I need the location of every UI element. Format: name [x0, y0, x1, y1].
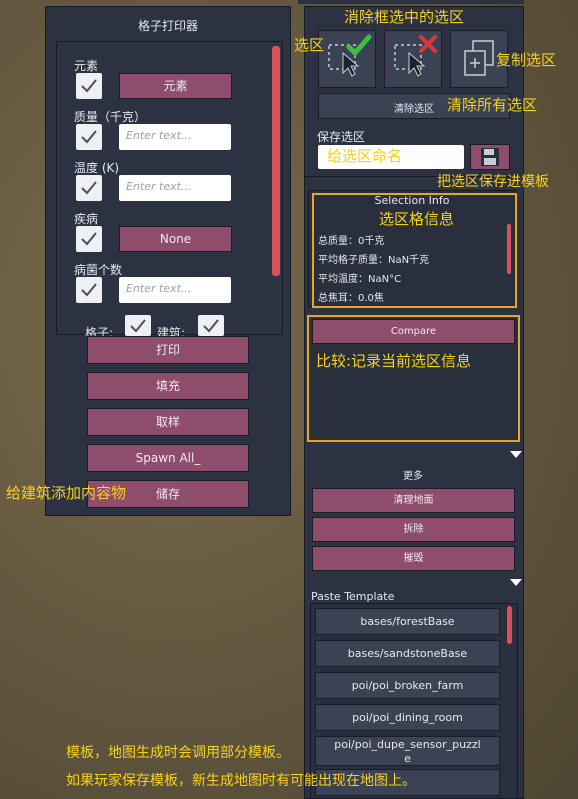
deconstruct-button[interactable]: 拆除 [312, 517, 515, 542]
template-item[interactable]: bases/forestBase [315, 608, 500, 635]
disease-label: 疾病 [74, 212, 99, 226]
select-area-button[interactable] [318, 30, 376, 88]
compare-highlight-box [307, 315, 520, 442]
annotation-copy: 复制选区 [496, 51, 557, 69]
top-strip [298, 0, 524, 4]
germ-count-input[interactable]: Enter text... [119, 277, 231, 303]
germ-count-checkbox[interactable] [76, 277, 102, 303]
annotation-name-selection: 给选区命名 [327, 147, 403, 165]
select-check-icon [328, 34, 372, 77]
checkmark-icon [81, 79, 97, 93]
mass-label: 质量（千克） [74, 110, 147, 124]
sample-button[interactable]: 取样 [87, 408, 249, 436]
temperature-label: 温度 (K) [74, 161, 120, 175]
checkmark-icon [130, 319, 146, 333]
more-label: 更多 [403, 471, 423, 482]
germ-count-label: 病菌个数 [74, 263, 123, 277]
temperature-input[interactable]: Enter text... [119, 175, 231, 201]
checkmark-icon [81, 232, 97, 246]
save-selection-label: 保存选区 [317, 130, 366, 144]
checkmark-icon [81, 130, 97, 144]
annotation-clear-all: 清除所有选区 [447, 96, 538, 114]
annotation-compare: 比较:记录当前选区信息 [316, 352, 472, 370]
template-scrollbar-thumb[interactable] [507, 606, 512, 644]
floppy-disk-icon [481, 148, 499, 166]
fill-button[interactable]: 填充 [87, 372, 249, 400]
template-item[interactable]: bases/sandstoneBase [315, 640, 500, 667]
checkmark-icon [203, 319, 219, 333]
spawn-all-button[interactable]: Spawn All_ [87, 444, 249, 472]
clear-ground-button[interactable]: 清理地面 [312, 488, 515, 513]
annotation-deselect: 消除框选中的选区 [344, 8, 465, 26]
mass-checkbox[interactable] [76, 124, 102, 150]
annotation-add-contents: 给建筑添加内容物 [6, 484, 127, 502]
annotation-info: 选区格信息 [379, 210, 455, 228]
panel-title: 格子打印器 [137, 19, 198, 33]
destroy-button[interactable]: 摧毁 [312, 546, 515, 571]
checkmark-icon [81, 283, 97, 297]
template-item[interactable]: poi/poi_dining_room [315, 704, 500, 731]
template-item[interactable]: poi/poi_broken_farm [315, 672, 500, 699]
annotation-select: 选区 [294, 36, 325, 54]
cell-printer-panel: 格子打印器 元素 元素 质量（千克） Enter text... 温度 (K) … [45, 6, 291, 516]
element-checkbox[interactable] [76, 73, 102, 99]
element-select-button[interactable]: 元素 [119, 73, 232, 99]
paste-template-collapse-icon[interactable] [510, 579, 522, 586]
temperature-checkbox[interactable] [76, 175, 102, 201]
settings-box: 元素 元素 质量（千克） Enter text... 温度 (K) Enter … [56, 41, 283, 340]
buildings-checkbox[interactable] [198, 315, 224, 336]
more-collapse-icon[interactable] [510, 451, 522, 458]
annotation-template-note-2: 如果玩家保存模板，新生成地图时有可能出现在地图上。 [66, 773, 416, 789]
print-button[interactable]: 打印 [87, 336, 249, 364]
save-template-button[interactable] [470, 144, 510, 170]
element-label: 元素 [74, 59, 99, 73]
disease-select-button[interactable]: None [119, 226, 232, 252]
annotation-template-note-1: 模板，地图生成时会调用部分模板。 [66, 745, 290, 761]
deselect-x-icon [394, 35, 437, 77]
checkmark-icon [81, 181, 97, 195]
scrollbar-thumb[interactable] [272, 46, 280, 276]
annotation-save-template: 把选区保存进模板 [437, 174, 549, 190]
cells-checkbox[interactable] [125, 315, 151, 336]
disease-checkbox[interactable] [76, 226, 102, 252]
paste-template-label: Paste Template [311, 590, 395, 603]
template-item[interactable]: poi/poi_dupe_sensor_puzzl e [315, 736, 500, 766]
mass-input[interactable]: Enter text... [119, 124, 231, 150]
deselect-area-button[interactable] [384, 30, 442, 88]
